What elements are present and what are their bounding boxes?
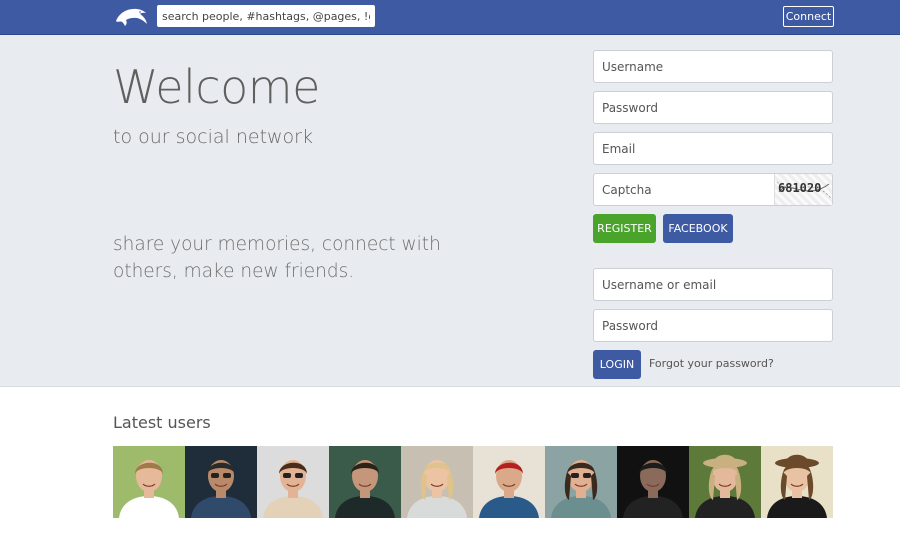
login-button[interactable]: LOGIN: [593, 350, 641, 379]
tagline-text: share your memories, connect with others…: [113, 234, 441, 282]
latest-users-title: Latest users: [113, 413, 211, 432]
login-username-field[interactable]: [593, 268, 833, 301]
user-avatar[interactable]: [545, 446, 617, 518]
register-username-field[interactable]: [593, 50, 833, 83]
dolphin-logo-icon[interactable]: [113, 5, 149, 29]
register-button[interactable]: REGISTER: [593, 214, 656, 243]
user-avatar[interactable]: [401, 446, 473, 518]
user-avatar[interactable]: [113, 446, 185, 518]
forgot-password-link[interactable]: Forgot your password?: [649, 357, 774, 370]
login-password-field[interactable]: [593, 309, 833, 342]
user-avatar[interactable]: [185, 446, 257, 518]
facebook-button[interactable]: FACEBOOK: [663, 214, 733, 243]
user-avatar[interactable]: [689, 446, 761, 518]
user-avatar[interactable]: [257, 446, 329, 518]
user-avatar[interactable]: [761, 446, 833, 518]
captcha-code: 681020: [778, 181, 822, 195]
register-email-field[interactable]: [593, 132, 833, 165]
connect-button[interactable]: Connect: [783, 6, 834, 27]
search-input[interactable]: [157, 5, 375, 27]
register-password-field[interactable]: [593, 91, 833, 124]
latest-users-strip: [113, 446, 833, 518]
top-navigation-bar: Connect: [0, 0, 900, 35]
welcome-subtitle: to our social network: [113, 126, 314, 148]
welcome-title: Welcome: [113, 60, 320, 114]
user-avatar[interactable]: [617, 446, 689, 518]
user-avatar[interactable]: [473, 446, 545, 518]
captcha-image: 681020: [774, 174, 832, 205]
user-avatar[interactable]: [329, 446, 401, 518]
